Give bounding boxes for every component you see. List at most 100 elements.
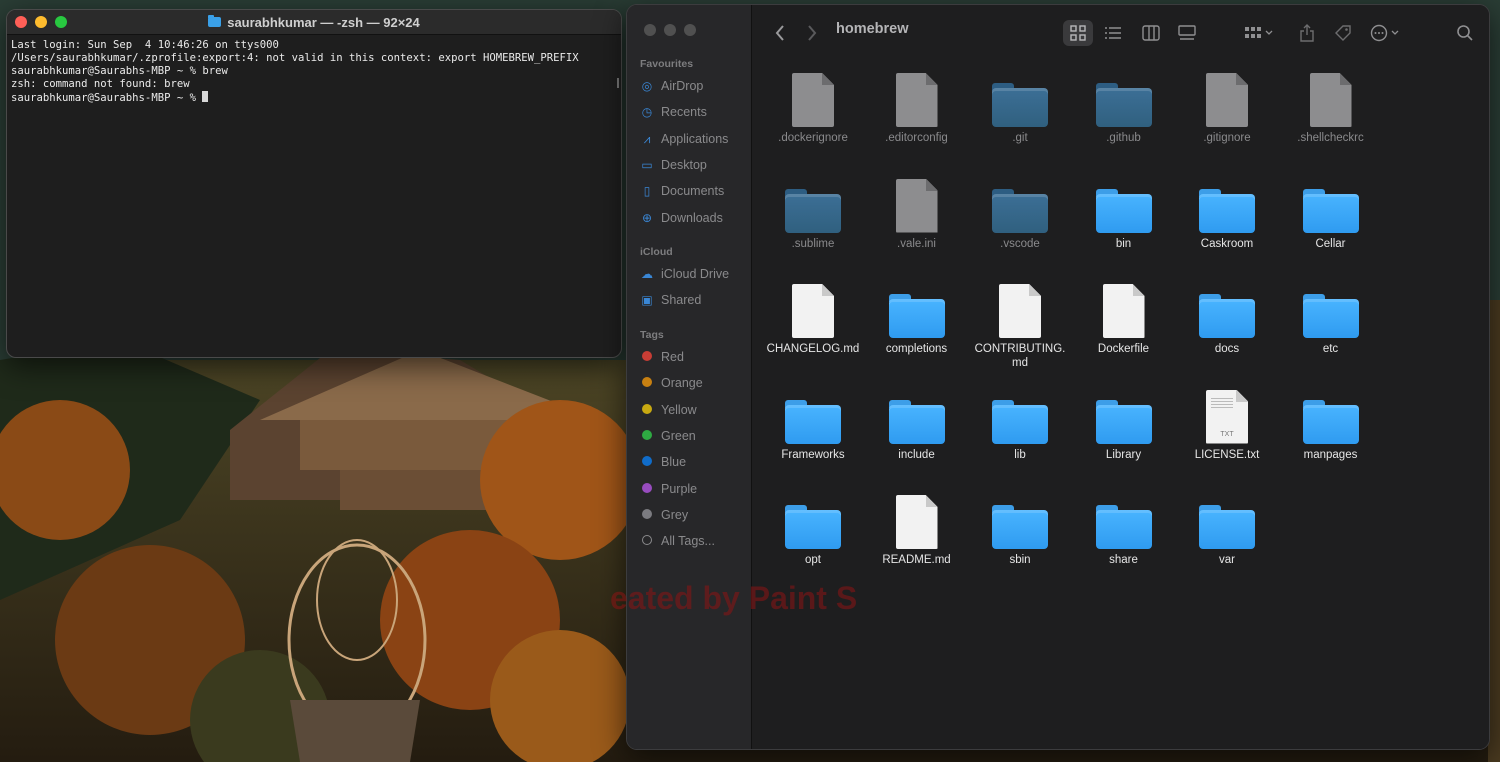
file-item[interactable]: Cellar bbox=[1281, 177, 1381, 251]
file-name: .vale.ini bbox=[897, 237, 936, 250]
file-name: Library bbox=[1105, 448, 1142, 461]
tag-button[interactable] bbox=[1330, 20, 1356, 46]
finder-window[interactable]: Favourites iCloud Tags ◎ AirDrop ◷ Recents ⩘… bbox=[626, 4, 1490, 750]
sidebar-item[interactable]: ⩘ Applications bbox=[640, 132, 729, 147]
sidebar-item[interactable]: Green bbox=[640, 429, 696, 443]
share-button[interactable] bbox=[1294, 20, 1320, 46]
folder-icon bbox=[1095, 188, 1152, 233]
file-item[interactable]: .github bbox=[1074, 71, 1174, 145]
gallery-view-button[interactable] bbox=[1172, 20, 1202, 46]
file-name: share bbox=[1109, 554, 1138, 566]
file-item[interactable]: etc bbox=[1281, 282, 1381, 356]
folder-icon bbox=[1199, 188, 1255, 233]
terminal-line: /Users/saurabhkumar/.zprofile:export:4: … bbox=[11, 52, 579, 64]
file-item[interactable]: TXT LICENSE.txt bbox=[1177, 388, 1277, 462]
terminal-prompt-line: saurabhkumar@Saurabhs-MBP ~ % bbox=[11, 91, 617, 105]
file-item[interactable]: .dockerignore bbox=[763, 71, 863, 145]
file-item[interactable]: share bbox=[1074, 493, 1174, 567]
file-name: Frameworks bbox=[781, 448, 845, 461]
chevron-right-icon bbox=[808, 25, 817, 41]
file-item[interactable]: .shellcheckrc bbox=[1281, 71, 1381, 145]
sidebar-item[interactable]: Purple bbox=[640, 482, 697, 496]
file-item[interactable]: .git bbox=[970, 71, 1070, 145]
file-item[interactable]: CONTRIBUTING. md bbox=[970, 282, 1070, 370]
file-name: README.md bbox=[882, 554, 951, 566]
document-icon bbox=[999, 284, 1041, 338]
file-item[interactable]: bin bbox=[1074, 177, 1174, 251]
back-button[interactable] bbox=[770, 20, 790, 46]
terminal-window[interactable]: saurabhkumar — -zsh — 92×24 Last login: … bbox=[6, 9, 622, 358]
folder-icon bbox=[992, 188, 1048, 233]
file-item[interactable]: Frameworks bbox=[763, 388, 863, 462]
file-item[interactable]: .vale.ini bbox=[867, 177, 967, 251]
file-item[interactable]: CHANGELOG.md bbox=[763, 282, 863, 356]
folder-icon bbox=[1095, 83, 1152, 127]
sidebar-item[interactable]: Grey bbox=[640, 508, 688, 522]
terminal-scrollbar[interactable] bbox=[617, 78, 619, 88]
sidebar-item[interactable]: ◷ Recents bbox=[640, 105, 707, 119]
sidebar-header-tags: Tags bbox=[640, 329, 664, 341]
group-by-button[interactable] bbox=[1239, 20, 1279, 46]
file-item[interactable]: var bbox=[1177, 493, 1277, 567]
file-name: CHANGELOG.md bbox=[766, 343, 860, 355]
sidebar-item[interactable]: Yellow bbox=[640, 403, 697, 417]
sidebar-item-label: Purple bbox=[661, 481, 698, 496]
list-view-button[interactable] bbox=[1098, 20, 1128, 46]
search-button[interactable] bbox=[1452, 20, 1478, 46]
file-item[interactable]: sbin bbox=[970, 493, 1070, 567]
file-extension-label: TXT bbox=[1220, 430, 1234, 438]
file-item[interactable]: Library bbox=[1074, 388, 1174, 462]
folder-title: homebrew bbox=[836, 21, 909, 37]
tag-color-dot-icon bbox=[640, 429, 654, 443]
file-item[interactable]: .vscode bbox=[970, 177, 1070, 251]
file-item[interactable]: Caskroom bbox=[1177, 177, 1277, 251]
sidebar-item-label: Yellow bbox=[661, 402, 697, 417]
sidebar-item[interactable]: ◎ AirDrop bbox=[640, 79, 704, 93]
file-item[interactable]: .sublime bbox=[763, 177, 863, 251]
file-item[interactable]: .gitignore bbox=[1177, 71, 1277, 145]
icon-view-button[interactable] bbox=[1063, 20, 1093, 46]
sidebar-item[interactable]: All Tags... bbox=[640, 534, 715, 548]
minimize-icon[interactable] bbox=[664, 24, 676, 36]
folder-icon bbox=[1199, 294, 1255, 338]
file-item[interactable]: .editorconfig bbox=[867, 71, 967, 145]
file-item[interactable]: README.md bbox=[867, 493, 967, 567]
file-item[interactable]: Dockerfile bbox=[1074, 282, 1174, 356]
tag-color-dot-icon bbox=[640, 508, 654, 522]
sidebar-item-label: Desktop bbox=[661, 157, 707, 172]
sidebar-item[interactable]: Blue bbox=[640, 455, 686, 469]
sidebar-item[interactable]: ☁ iCloud Drive bbox=[640, 267, 729, 281]
sidebar-item[interactable]: ▣ Shared bbox=[640, 293, 701, 307]
gallery-icon bbox=[1178, 25, 1196, 40]
folder-icon bbox=[888, 399, 945, 444]
text-file-icon: TXT bbox=[1206, 389, 1248, 444]
more-actions-button[interactable] bbox=[1366, 20, 1406, 46]
zoom-icon[interactable] bbox=[684, 24, 696, 36]
file-item[interactable]: opt bbox=[763, 493, 863, 567]
sidebar-item[interactable]: Orange bbox=[640, 376, 703, 390]
finder-content: homebrew .dockerignore .editorconfig .git.… bbox=[752, 5, 1489, 749]
file-item[interactable]: completions bbox=[867, 282, 967, 356]
sidebar-item[interactable]: ⊕ Downloads bbox=[640, 211, 723, 225]
sidebar-header-icloud: iCloud bbox=[640, 246, 673, 258]
file-item[interactable]: docs bbox=[1177, 282, 1277, 356]
sidebar-item-label: Applications bbox=[661, 132, 729, 147]
file-name: .shellcheckrc bbox=[1297, 132, 1364, 144]
sidebar-item[interactable]: ▯ Documents bbox=[640, 184, 725, 198]
sidebar-item[interactable]: ▭ Desktop bbox=[640, 158, 707, 172]
terminal-line: zsh: command not found: brew bbox=[11, 78, 190, 90]
folder-icon bbox=[1302, 188, 1359, 233]
close-icon[interactable] bbox=[644, 24, 656, 36]
document-icon bbox=[895, 73, 938, 127]
sidebar-item[interactable]: Red bbox=[640, 350, 684, 364]
forward-button[interactable] bbox=[802, 20, 822, 46]
file-item[interactable]: manpages bbox=[1281, 388, 1381, 462]
file-item[interactable]: include bbox=[867, 388, 967, 462]
column-view-button[interactable] bbox=[1136, 20, 1166, 46]
chevron-left-icon bbox=[775, 25, 784, 41]
file-item[interactable]: lib bbox=[970, 388, 1070, 462]
folder-icon bbox=[785, 505, 841, 549]
folder-icon bbox=[1302, 399, 1359, 444]
terminal-screen[interactable]: Last login: Sun Sep 4 10:46:26 on ttys00… bbox=[7, 35, 621, 109]
terminal-titlebar[interactable]: saurabhkumar — -zsh — 92×24 bbox=[7, 10, 621, 35]
